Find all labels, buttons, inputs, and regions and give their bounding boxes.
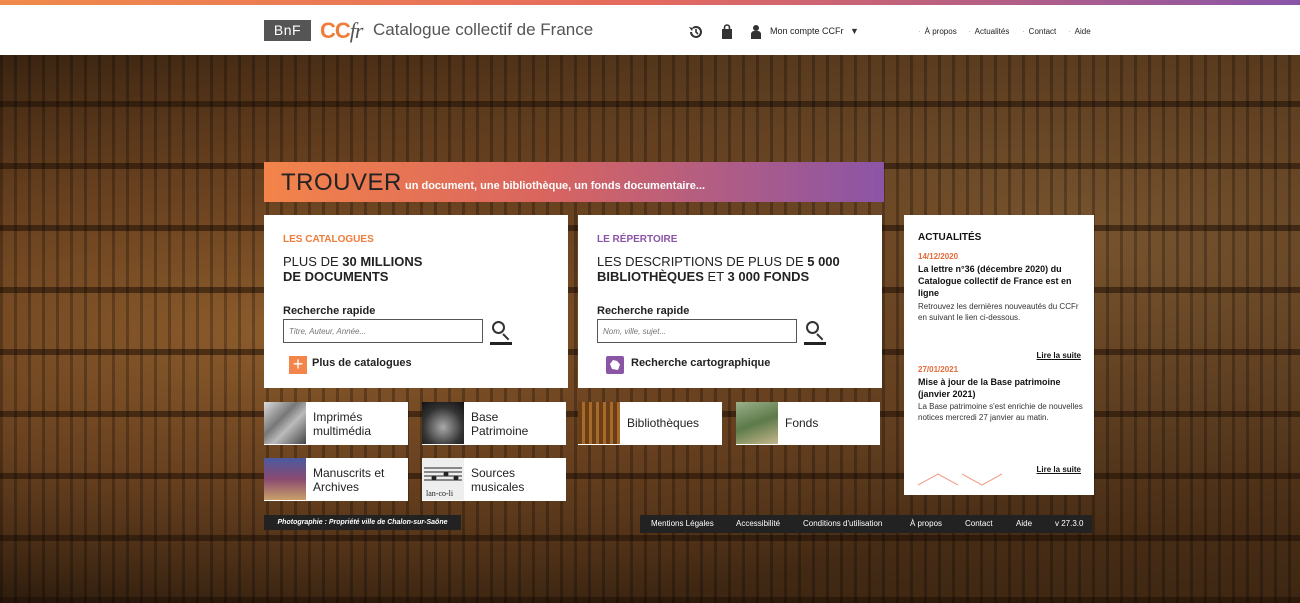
map-icon[interactable]	[606, 356, 624, 374]
repertoire-search-input[interactable]	[597, 319, 797, 343]
ccfr-logo-fr: fr	[349, 18, 364, 43]
news-headline-1[interactable]: La lettre n°36 (décembre 2020) du Catalo…	[918, 263, 1088, 299]
site-title[interactable]: Catalogue collectif de France	[373, 20, 593, 40]
nav-about[interactable]: À propos	[918, 27, 957, 36]
footer-legal[interactable]: Mentions Légales	[651, 515, 714, 533]
news-text-2: La Base patrimoine s'est enrichie de nou…	[918, 402, 1083, 422]
catalogues-panel: LES CATALOGUES PLUS DE 30 MILLIONS DE DOC…	[264, 215, 568, 388]
repertoire-headline: LES DESCRIPTIONS DE PLUS DE 5 000 BIBLIOT…	[597, 254, 867, 284]
repertoire-search-button[interactable]	[804, 319, 826, 345]
header: BnF CCfr Catalogue collectif de France M…	[0, 5, 1300, 55]
news-text-1: Retrouvez les dernières nouveautés du CC…	[918, 302, 1079, 322]
tile-base-patrimoine[interactable]: Base Patrimoine	[422, 402, 566, 445]
tile-fonds-label: Fonds	[785, 416, 819, 430]
footer: Mentions Légales Accessibilité Condition…	[640, 515, 1092, 533]
news-date-2: 27/01/2021	[918, 365, 959, 374]
repertoire-head-a: LES DESCRIPTIONS DE PLUS DE	[597, 254, 808, 269]
thumb-sources-musicales: lan-co-li	[422, 458, 464, 500]
svg-text:lan-co-li: lan-co-li	[426, 489, 454, 498]
nav-help[interactable]: Aide	[1068, 27, 1091, 36]
history-icon[interactable]	[688, 24, 704, 40]
tile-manuscrits-label: Manuscrits et Archives	[313, 466, 385, 494]
tile-bibliotheques[interactable]: Bibliothèques	[578, 402, 722, 445]
nav-contact[interactable]: Contact	[1022, 27, 1057, 36]
banner-subtitle: un document, une bibliothèque, un fonds …	[405, 180, 706, 192]
news-read-more-1[interactable]: Lire la suite	[1037, 351, 1081, 360]
footer-accessibility[interactable]: Accessibilité	[736, 515, 780, 533]
nav-news[interactable]: Actualités	[968, 27, 1010, 36]
tile-bibliotheques-label: Bibliothèques	[627, 416, 700, 430]
footer-contact[interactable]: Contact	[965, 515, 993, 533]
photo-credit: Photographie : Propriété ville de Chalon…	[264, 515, 461, 530]
more-catalogues-link[interactable]: Plus de catalogues	[312, 357, 412, 369]
tile-sources-musicales[interactable]: lan-co-li Sources musicales	[422, 458, 566, 501]
cart-icon[interactable]	[719, 24, 735, 40]
news-panel: ACTUALITÉS 14/12/2020 La lettre n°36 (dé…	[904, 215, 1094, 495]
bnf-logo[interactable]: BnF	[264, 20, 311, 41]
catalogues-search-input[interactable]	[283, 319, 483, 343]
thumb-base-patrimoine	[422, 402, 464, 444]
news-title: ACTUALITÉS	[918, 232, 982, 243]
ccfr-logo[interactable]: CCfr	[320, 18, 364, 44]
tile-sources-label: Sources musicales	[471, 466, 525, 494]
catalogues-headline: PLUS DE 30 MILLIONS DE DOCUMENTS	[283, 254, 553, 284]
thumb-manuscrits	[264, 458, 306, 500]
chevron-down-icon[interactable]: ▼	[850, 26, 859, 36]
news-decoration	[918, 473, 1003, 486]
footer-terms[interactable]: Conditions d'utilisation	[803, 515, 882, 533]
thumb-fonds	[736, 402, 778, 444]
tile-fonds[interactable]: Fonds	[736, 402, 880, 445]
catalogues-head-b: 30 MILLIONS	[342, 254, 423, 269]
catalogues-label: LES CATALOGUES	[283, 234, 374, 245]
tile-imprimes-label: Imprimés multimédia	[313, 410, 372, 438]
trouver-banner: TROUVER un document, une bibliothèque, u…	[264, 162, 884, 202]
repertoire-head-c: BIBLIOTHÈQUES	[597, 269, 704, 284]
thumb-imprimes	[264, 402, 306, 444]
repertoire-label: LE RÉPERTOIRE	[597, 234, 678, 245]
news-headline-2[interactable]: Mise à jour de la Base patrimoine (janvi…	[918, 376, 1088, 400]
tile-manuscrits[interactable]: Manuscrits et Archives	[264, 458, 408, 501]
plus-icon[interactable]: +	[289, 355, 307, 374]
user-icon[interactable]	[748, 24, 764, 40]
tile-base-label: Base Patrimoine	[471, 410, 529, 438]
footer-about[interactable]: À propos	[910, 515, 942, 533]
repertoire-panel: LE RÉPERTOIRE LES DESCRIPTIONS DE PLUS D…	[578, 215, 882, 388]
news-date-1: 14/12/2020	[918, 252, 959, 261]
repertoire-quick-search-label: Recherche rapide	[597, 305, 690, 317]
repertoire-head-d: ET	[703, 269, 728, 284]
catalogues-search-button[interactable]	[490, 319, 512, 345]
map-search-link[interactable]: Recherche cartographique	[631, 357, 770, 369]
footer-version: v 27.3.0	[1055, 519, 1084, 528]
thumb-bibliotheques	[578, 402, 620, 444]
ccfr-logo-cc: CC	[320, 18, 351, 43]
catalogues-head-c: DE DOCUMENTS	[283, 269, 389, 284]
account-menu[interactable]: Mon compte CCFr	[770, 26, 844, 36]
footer-help[interactable]: Aide	[1016, 515, 1032, 533]
news-read-more-2[interactable]: Lire la suite	[1037, 465, 1081, 474]
repertoire-head-e: 3 000 FONDS	[727, 269, 810, 284]
catalogues-quick-search-label: Recherche rapide	[283, 305, 376, 317]
repertoire-head-b: 5 000	[807, 254, 840, 269]
catalogues-head-a: PLUS DE	[283, 254, 343, 269]
banner-title: TROUVER	[281, 169, 402, 196]
tile-imprimes[interactable]: Imprimés multimédia	[264, 402, 408, 445]
